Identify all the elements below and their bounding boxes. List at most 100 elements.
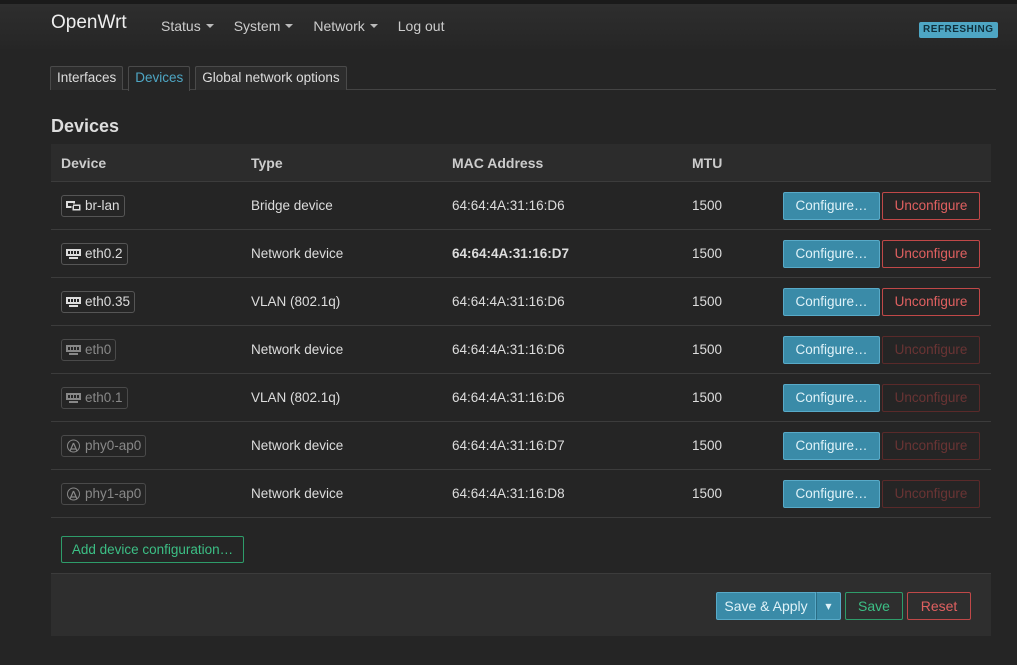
device-name: br-lan (85, 198, 120, 213)
device-badge: phy1-ap0 (61, 482, 147, 505)
main-menu: Status System Network Log out (161, 18, 464, 34)
top-navbar: OpenWrt Status System Network Log out RE… (0, 0, 1017, 49)
menu-status[interactable]: Status (161, 18, 214, 34)
menu-logout[interactable]: Log out (398, 18, 445, 34)
configure-button[interactable]: Configure… (783, 335, 880, 364)
type-cell: Network device (251, 342, 344, 357)
mac-cell: 64:64:4A:31:16:D6 (452, 342, 565, 357)
unconfigure-button[interactable]: Unconfigure (882, 239, 980, 268)
tab-interfaces[interactable]: Interfaces (50, 66, 124, 90)
configure-button[interactable]: Configure… (783, 191, 880, 220)
device-name: eth0.35 (85, 294, 131, 309)
device-badge: eth0.2 (61, 242, 128, 265)
device-cell: br-lan (61, 194, 125, 217)
table-row: phy0-ap0 Network device 64:64:4A:31:16:D7 1… (51, 422, 991, 470)
table-body: br-lan Bridge device 64:64:4A:31:16:D6 1500… (51, 182, 991, 518)
unconfigure-button[interactable]: Unconfigure (882, 191, 980, 220)
brand-logo[interactable]: OpenWrt (51, 12, 127, 34)
chevron-down-icon (285, 24, 294, 28)
type-cell: Bridge device (251, 198, 333, 213)
ethernet-icon (65, 247, 82, 261)
devices-table: Device Type MAC Address MTU br-lan Bridge… (51, 144, 991, 518)
device-badge: eth0.35 (61, 290, 136, 313)
mtu-cell: 1500 (692, 390, 723, 405)
mtu-cell: 1500 (692, 198, 723, 213)
chevron-down-icon (369, 24, 378, 28)
type-cell: VLAN (802.1q) (251, 294, 341, 309)
bridge-icon (65, 199, 82, 213)
header-type: Type (251, 154, 283, 171)
device-name: phy0-ap0 (85, 438, 142, 453)
menu-system-label: System (233, 18, 281, 34)
table-row: eth0 Network device 64:64:4A:31:16:D6 1500 C… (51, 326, 991, 374)
table-row: eth0.2 Network device 64:64:4A:31:16:D7 150… (51, 230, 991, 278)
wifi-icon (65, 487, 82, 501)
configure-button[interactable]: Configure… (783, 287, 880, 316)
save-button[interactable]: Save (845, 592, 903, 620)
device-cell: eth0.35 (61, 290, 136, 313)
type-cell: Network device (251, 246, 344, 261)
unconfigure-button: Unconfigure (882, 431, 980, 460)
mac-cell: 64:64:4A:31:16:D8 (452, 486, 565, 501)
device-badge: phy0-ap0 (61, 434, 147, 457)
configure-button[interactable]: Configure… (783, 239, 880, 268)
device-cell: eth0.2 (61, 242, 128, 265)
menu-network-label: Network (313, 18, 365, 34)
device-name: phy1-ap0 (85, 486, 142, 501)
mac-cell: 64:64:4A:31:16:D6 (452, 390, 565, 405)
table-row: eth0.35 VLAN (802.1q) 64:64:4A:31:16:D6 150… (51, 278, 991, 326)
device-badge: br-lan (61, 194, 125, 217)
tab-bar: Interfaces Devices Global network option… (50, 66, 996, 91)
device-name: eth0.1 (85, 390, 123, 405)
header-mtu: MTU (692, 154, 723, 171)
menu-network[interactable]: Network (313, 18, 378, 34)
unconfigure-button[interactable]: Unconfigure (882, 287, 980, 316)
table-row: eth0.1 VLAN (802.1q) 64:64:4A:31:16:D6 1500… (51, 374, 991, 422)
menu-system[interactable]: System (234, 18, 294, 34)
page-actions: Save & Apply ▼ Save Reset (51, 573, 991, 636)
device-cell: eth0.1 (61, 386, 128, 409)
table-header: Device Type MAC Address MTU (51, 144, 991, 182)
menu-status-label: Status (161, 18, 201, 34)
device-badge: eth0.1 (61, 386, 128, 409)
configure-button[interactable]: Configure… (783, 479, 880, 508)
save-apply-dropdown-button[interactable]: ▼ (816, 592, 841, 620)
device-name: eth0 (85, 342, 112, 357)
ethernet-icon (65, 391, 82, 405)
add-device-configuration-button[interactable]: Add device configuration… (61, 536, 244, 563)
header-device: Device (61, 154, 107, 171)
mtu-cell: 1500 (692, 342, 723, 357)
unconfigure-button: Unconfigure (882, 335, 980, 364)
type-cell: Network device (251, 438, 344, 453)
mac-cell: 64:64:4A:31:16:D7 (452, 246, 570, 261)
unconfigure-button: Unconfigure (882, 479, 980, 508)
refreshing-badge[interactable]: REFRESHING (919, 22, 998, 38)
tab-devices[interactable]: Devices (128, 66, 191, 91)
device-name: eth0.2 (85, 246, 123, 261)
mtu-cell: 1500 (692, 294, 723, 309)
configure-button[interactable]: Configure… (783, 431, 880, 460)
wifi-icon (65, 439, 82, 453)
mac-cell: 64:64:4A:31:16:D6 (452, 198, 565, 213)
tab-global-network-options[interactable]: Global network options (195, 66, 347, 90)
menu-logout-label: Log out (397, 18, 445, 34)
ethernet-icon (65, 295, 82, 309)
unconfigure-button: Unconfigure (882, 383, 980, 412)
device-cell: phy0-ap0 (61, 434, 147, 457)
page-title: Devices (51, 116, 120, 136)
configure-button[interactable]: Configure… (783, 383, 880, 412)
mtu-cell: 1500 (692, 246, 723, 261)
table-row: br-lan Bridge device 64:64:4A:31:16:D6 1500… (51, 182, 991, 230)
reset-button[interactable]: Reset (907, 592, 971, 620)
table-row: phy1-ap0 Network device 64:64:4A:31:16:D8 1… (51, 470, 991, 518)
mtu-cell: 1500 (692, 486, 723, 501)
mtu-cell: 1500 (692, 438, 723, 453)
device-cell: eth0 (61, 338, 117, 361)
save-apply-button[interactable]: Save & Apply (716, 592, 816, 620)
chevron-down-icon (205, 24, 214, 28)
mac-cell: 64:64:4A:31:16:D7 (452, 438, 565, 453)
type-cell: VLAN (802.1q) (251, 390, 341, 405)
device-badge: eth0 (61, 338, 117, 361)
header-mac: MAC Address (452, 154, 544, 171)
mac-cell: 64:64:4A:31:16:D6 (452, 294, 565, 309)
